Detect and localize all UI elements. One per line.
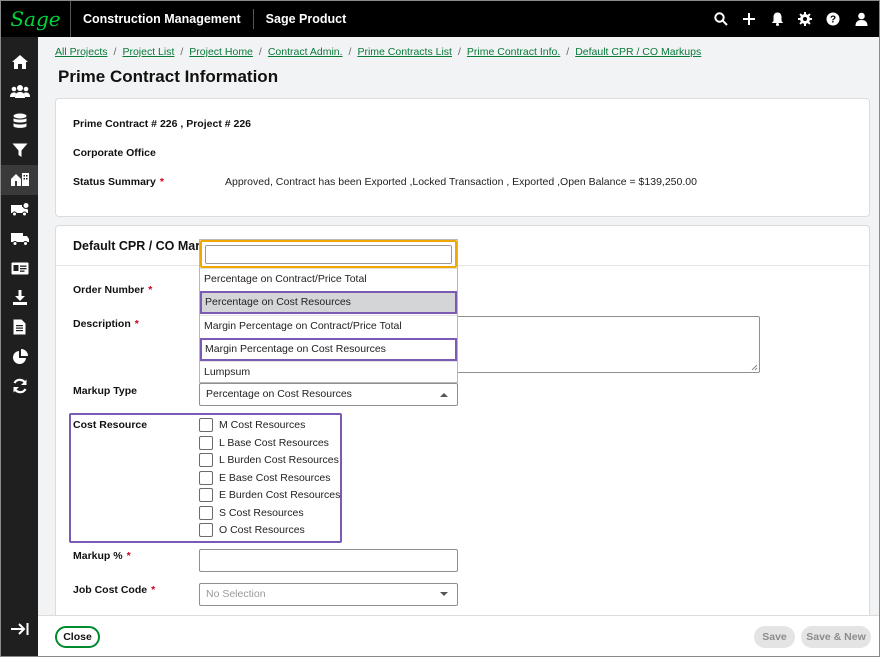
cost-resource-option[interactable]: L Burden Cost Resources — [199, 452, 339, 468]
truck-clock-icon[interactable] — [1, 195, 38, 225]
dropdown-search-input[interactable] — [205, 245, 452, 264]
job-cost-code-placeholder: No Selection — [206, 588, 266, 600]
checkbox[interactable] — [199, 453, 213, 467]
contract-number-label: Prime Contract # 226 , Project # 226 — [73, 118, 252, 130]
markup-pct-field[interactable] — [199, 549, 458, 572]
chevron-down-icon — [440, 592, 448, 596]
checkbox[interactable] — [199, 505, 213, 520]
status-summary-label: Status Summary * — [73, 176, 164, 188]
checkbox[interactable] — [199, 435, 213, 450]
document-icon[interactable] — [1, 313, 38, 343]
dropdown-option[interactable]: Margin Percentage on Contract/Price Tota… — [200, 315, 457, 338]
cost-resource-option[interactable]: O Cost Resources — [199, 522, 305, 538]
page-title: Prime Contract Information — [58, 67, 279, 86]
breadcrumb-prime-contract-info[interactable]: Prime Contract Info. — [467, 46, 560, 58]
top-bar: Sage Construction Management Sage Produc… — [1, 1, 879, 37]
markup-type-label: Markup Type — [73, 385, 137, 397]
cost-resource-option[interactable]: E Base Cost Resources — [199, 470, 330, 486]
projects-icon[interactable] — [1, 165, 38, 195]
chevron-up-icon — [440, 393, 448, 397]
expand-arrow-icon[interactable] — [1, 615, 38, 643]
contract-info-card: Prime Contract # 226 , Project # 226 Cor… — [55, 98, 870, 217]
search-icon[interactable] — [713, 11, 729, 27]
cost-resource-option[interactable]: E Burden Cost Resources — [199, 487, 340, 503]
user-icon[interactable] — [853, 11, 869, 27]
description-label: Description * — [73, 318, 139, 330]
save-and-new-button[interactable]: Save & New — [801, 626, 871, 648]
breadcrumb-contract-admin[interactable]: Contract Admin. — [268, 46, 343, 58]
refresh-icon[interactable] — [1, 372, 38, 402]
markup-type-dropdown: Percentage on Contract/Price Total Perce… — [199, 239, 458, 383]
status-summary-value: Approved, Contract has been Exported ,Lo… — [225, 176, 697, 188]
breadcrumb-default-cpr-markups[interactable]: Default CPR / CO Markups — [575, 46, 701, 58]
dropdown-option[interactable]: Percentage on Contract/Price Total — [200, 268, 457, 291]
save-button[interactable]: Save — [754, 626, 795, 648]
dropdown-option-highlighted[interactable]: Margin Percentage on Cost Resources — [200, 338, 457, 361]
help-icon[interactable]: ? — [825, 11, 841, 27]
app-title: Construction Management — [71, 9, 254, 29]
breadcrumb-all-projects[interactable]: All Projects — [55, 46, 108, 58]
bell-icon[interactable] — [769, 11, 785, 27]
markup-pct-label: Markup % * — [73, 550, 131, 562]
filter-icon[interactable] — [1, 136, 38, 166]
footer-bar: Close Save Save & New — [38, 615, 879, 656]
breadcrumb: All Projects / Project List / Project Home… — [55, 46, 702, 58]
cost-resource-option[interactable]: M Cost Resources — [199, 417, 305, 433]
pie-chart-icon[interactable] — [1, 342, 38, 372]
svg-text:?: ? — [830, 15, 836, 26]
id-card-icon[interactable] — [1, 254, 38, 284]
close-button[interactable]: Close — [55, 626, 100, 648]
breadcrumb-project-list[interactable]: Project List — [122, 46, 174, 58]
product-title: Sage Product — [265, 12, 347, 26]
people-icon[interactable] — [1, 77, 38, 107]
office-label: Corporate Office — [73, 147, 156, 159]
job-cost-code-select[interactable]: No Selection — [199, 583, 458, 606]
checkbox[interactable] — [199, 488, 213, 502]
markup-type-select[interactable]: Percentage on Cost Resources — [199, 383, 458, 406]
markup-type-value: Percentage on Cost Resources — [206, 388, 352, 400]
breadcrumb-prime-contracts-list[interactable]: Prime Contracts List — [357, 46, 452, 58]
download-icon[interactable] — [1, 283, 38, 313]
order-number-label: Order Number * — [73, 284, 153, 296]
dropdown-search-wrapper — [200, 240, 457, 268]
checkbox[interactable] — [199, 470, 213, 485]
checkbox[interactable] — [199, 523, 213, 537]
cost-resource-option[interactable]: L Base Cost Resources — [199, 435, 329, 451]
sage-logo[interactable]: Sage — [1, 1, 71, 37]
truck-icon[interactable] — [1, 224, 38, 254]
database-icon[interactable] — [1, 106, 38, 136]
cost-resource-option[interactable]: S Cost Resources — [199, 505, 304, 521]
checkbox[interactable] — [199, 418, 213, 432]
dropdown-option-selected[interactable]: Percentage on Cost Resources — [200, 291, 457, 314]
dropdown-option[interactable]: Lumpsum — [200, 361, 457, 384]
job-cost-code-label: Job Cost Code * — [73, 584, 156, 596]
sidebar — [1, 37, 38, 656]
app-window: Sage Construction Management Sage Produc… — [0, 0, 880, 657]
plus-icon[interactable] — [741, 11, 757, 27]
gear-icon[interactable] — [797, 11, 813, 27]
home-icon[interactable] — [1, 47, 38, 77]
breadcrumb-project-home[interactable]: Project Home — [189, 46, 253, 58]
